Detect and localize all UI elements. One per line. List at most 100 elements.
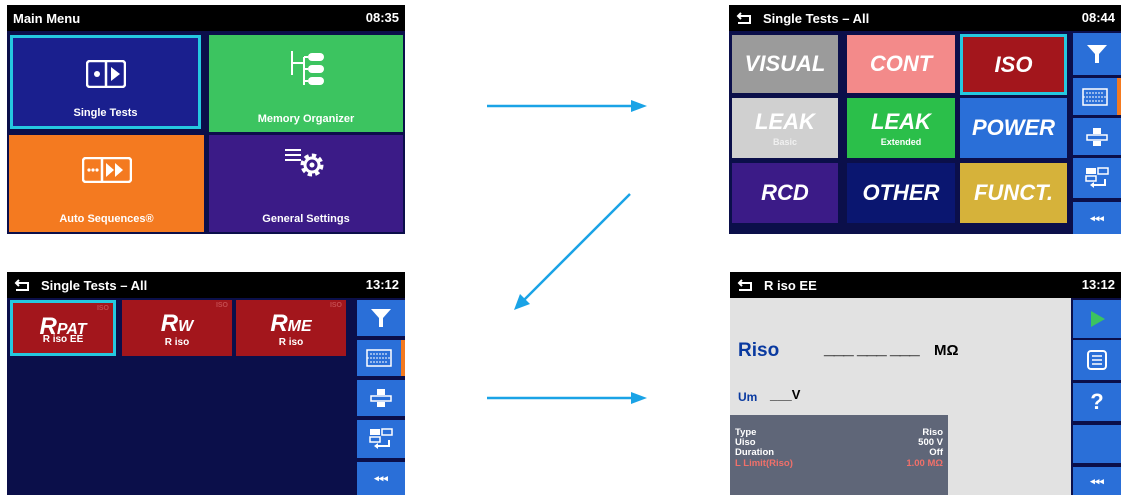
- more-icon: ◂◂◂: [1090, 212, 1104, 223]
- memory-organizer-tile[interactable]: Memory Organizer: [209, 35, 403, 132]
- more-button[interactable]: ◂◂◂: [1073, 202, 1121, 234]
- clock: 13:12: [365, 277, 399, 292]
- screen-title: R iso EE: [764, 277, 817, 293]
- memory-organizer-icon: [286, 49, 326, 92]
- help-icon: ?: [1090, 389, 1104, 414]
- test-label: RCD: [761, 180, 809, 205]
- test-label: OTHER: [862, 180, 940, 205]
- tile-caption: R iso: [278, 337, 304, 348]
- test-label: CONT: [869, 51, 933, 76]
- test-label: FUNCT.: [973, 180, 1054, 205]
- tile-symbol: RW: [160, 310, 194, 337]
- single-tests-all-screen: Single Tests – All 08:44 VISUAL CONT ISO…: [729, 5, 1121, 234]
- test-cont-tile[interactable]: CONT: [847, 35, 955, 93]
- rw-test-tile[interactable]: ISO RW R iso: [122, 300, 232, 356]
- recall-button[interactable]: [357, 420, 405, 458]
- parameter-row-type[interactable]: Type Riso: [735, 428, 943, 438]
- tile-corner-label: ISO: [96, 305, 109, 312]
- single-tests-tile[interactable]: Single Tests: [10, 35, 201, 129]
- single-tests-iso-screen: Single Tests – All 13:12 ISO RPAT R iso …: [7, 272, 405, 495]
- test-power-tile[interactable]: POWER: [960, 98, 1067, 158]
- test-sublabel: Basic: [772, 137, 798, 147]
- test-visual-tile[interactable]: VISUAL: [732, 35, 838, 93]
- clock: 08:44: [1081, 10, 1115, 25]
- more-icon: ◂◂◂: [374, 473, 388, 483]
- memory-organizer-label: Memory Organizer: [257, 113, 355, 125]
- arrow-diagonal-icon: [514, 193, 631, 310]
- grid-view-icon: [1082, 87, 1108, 106]
- view-toggle-button[interactable]: [357, 340, 405, 376]
- parameter-panel: Type Riso Uiso 500 V Duration Off L Limit(R…: [730, 415, 948, 495]
- test-other-tile[interactable]: OTHER: [847, 163, 955, 223]
- riso-ee-measurement-screen: R iso EE 13:12 Riso ___ ___ ___ MΩ Um __…: [730, 272, 1121, 495]
- test-iso-tile[interactable]: ISO: [960, 34, 1067, 95]
- title-bar: Single Tests – All 08:44: [729, 5, 1121, 31]
- empty-sidebar-slot: [1073, 425, 1121, 463]
- structure-button[interactable]: [357, 380, 405, 416]
- tile-corner-label: ISO: [215, 302, 228, 309]
- filter-button[interactable]: [1073, 33, 1121, 75]
- screen-title: Single Tests – All: [41, 277, 148, 293]
- screen-title: Single Tests – All: [763, 10, 870, 26]
- single-tests-label: Single Tests: [73, 107, 138, 119]
- help-button[interactable]: ?: [1073, 383, 1121, 421]
- recall-icon: [369, 428, 393, 449]
- rpat-test-tile[interactable]: ISO RPAT R iso EE: [10, 300, 116, 356]
- start-button[interactable]: [1073, 300, 1121, 338]
- result-value: ___ ___ ___: [824, 338, 920, 359]
- auto-sequences-tile[interactable]: Auto Sequences®: [9, 135, 204, 232]
- um-value: ___V: [770, 387, 801, 402]
- screen-title: Main Menu: [13, 10, 81, 26]
- single-tests-icon: [85, 59, 126, 91]
- general-settings-tile[interactable]: General Settings: [209, 135, 403, 232]
- result-label: Riso: [738, 340, 780, 361]
- auto-sequences-icon: [81, 156, 132, 186]
- general-settings-icon: [283, 145, 329, 184]
- test-rcd-tile[interactable]: RCD: [732, 163, 838, 223]
- tile-symbol: RME: [270, 310, 312, 337]
- more-icon: ◂◂◂: [1090, 475, 1104, 486]
- main-menu-screen: Main Menu 08:35 Single Tests Memory Orga…: [7, 5, 405, 234]
- sidebar: ◂◂◂: [1071, 31, 1121, 234]
- filter-icon: [1087, 45, 1107, 63]
- parameter-row-limit[interactable]: L Limit(Riso) 1.00 MΩ: [735, 458, 943, 470]
- rme-test-tile[interactable]: ISO RME R iso: [236, 300, 346, 356]
- test-label: ISO: [994, 51, 1033, 77]
- back-icon[interactable]: [735, 10, 755, 26]
- general-settings-label: General Settings: [262, 213, 350, 225]
- title-bar: Main Menu 08:35: [7, 5, 405, 31]
- test-leak-basic-tile[interactable]: LEAK Basic: [732, 98, 838, 158]
- test-funct-tile[interactable]: FUNCT.: [960, 163, 1067, 223]
- list-icon: [1087, 350, 1107, 370]
- play-icon: [1091, 311, 1105, 327]
- view-toggle-button[interactable]: [1073, 78, 1121, 115]
- more-button[interactable]: ◂◂◂: [357, 462, 405, 495]
- result-unit: MΩ: [934, 342, 959, 359]
- um-label: Um: [738, 390, 758, 404]
- back-icon[interactable]: [13, 277, 33, 293]
- back-icon[interactable]: [736, 277, 756, 293]
- title-bar: R iso EE 13:12: [730, 272, 1121, 298]
- parameter-row-duration[interactable]: Duration Off: [735, 448, 943, 458]
- recall-button[interactable]: [1073, 158, 1121, 198]
- test-label: POWER: [971, 115, 1056, 140]
- structure-button[interactable]: [1073, 118, 1121, 155]
- title-bar: Single Tests – All 13:12: [7, 272, 405, 298]
- arrow-right-top-icon: [487, 100, 647, 112]
- auto-sequences-label: Auto Sequences®: [59, 213, 154, 225]
- filter-button[interactable]: [357, 300, 405, 336]
- recall-icon: [1085, 167, 1109, 188]
- test-leak-extended-tile[interactable]: LEAK Extended: [847, 98, 955, 158]
- clock: 13:12: [1081, 277, 1115, 292]
- filter-icon: [371, 309, 391, 327]
- grid-view-icon: [366, 349, 392, 367]
- sidebar: ? ◂◂◂: [1071, 298, 1121, 495]
- options-button[interactable]: [1073, 340, 1121, 380]
- arrow-right-bottom-icon: [487, 392, 647, 404]
- more-button[interactable]: ◂◂◂: [1073, 467, 1121, 495]
- structure-icon: [1086, 127, 1108, 146]
- clock: 08:35: [365, 10, 399, 25]
- test-label: LEAK: [871, 109, 931, 134]
- structure-icon: [370, 389, 392, 407]
- tile-corner-label: ISO: [329, 302, 342, 309]
